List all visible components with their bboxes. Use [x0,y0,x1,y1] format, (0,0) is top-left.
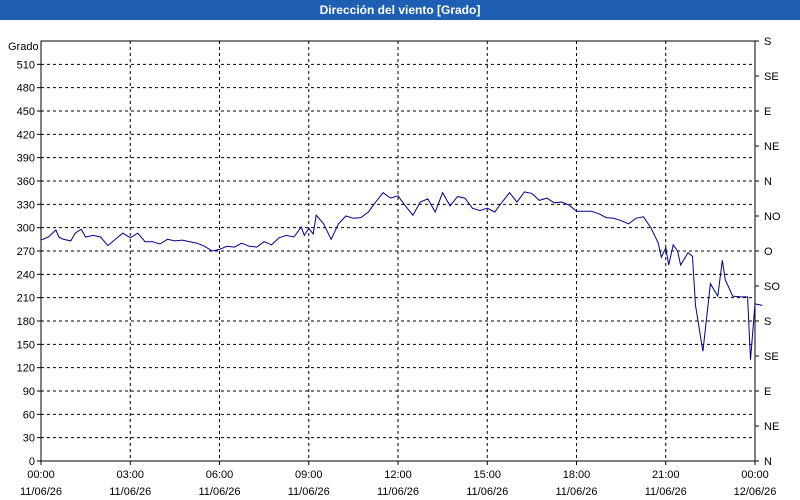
x-tick-time: 00:00 [27,469,55,481]
y-axis-label: Grado [8,41,39,53]
x-tick-date: 11/06/26 [20,486,62,498]
y-tick-label: 330 [17,199,35,211]
y-tick-label: 510 [17,59,35,71]
y-tick-label: 90 [23,386,35,398]
x-tick-date: 11/06/26 [645,486,687,498]
x-tick-date: 11/06/26 [466,486,508,498]
y-tick-label: 120 [17,363,35,375]
y-tick-label: 0 [29,456,35,468]
y-tick-label: 30 [23,433,35,445]
y-tick-label: 450 [17,106,35,118]
right-tick-label: S [764,36,771,48]
x-tick-time: 00:00 [741,469,769,481]
x-tick-date: 12/06/26 [734,486,777,498]
right-tick-label: S [764,316,771,328]
y-tick-label: 60 [23,409,35,421]
right-tick-label: E [764,106,771,118]
x-tick-time: 06:00 [206,469,234,481]
x-tick-date: 11/06/26 [555,486,597,498]
y-tick-label: 150 [17,339,35,351]
line-chart: 0 30 60 90 120 150 180 210 240 270 300 330 360 390 420… [8,36,781,498]
right-tick-label: NO [764,211,781,223]
x-tick-time: 15:00 [473,469,501,481]
right-tick-label: SE [764,351,779,363]
x-tick-time: 03:00 [116,469,144,481]
x-tick-date: 11/06/26 [109,486,151,498]
right-tick-label: NE [764,141,779,153]
x-tick-date: 11/06/26 [198,486,240,498]
right-tick-label: SO [764,281,780,293]
right-tick-label: N [764,456,772,468]
chart-title: Dirección del viento [Grado] [0,0,800,20]
right-tick-label: N [764,176,772,188]
y-tick-label: 480 [17,83,35,95]
right-tick-label: NE [764,421,779,433]
y-tick-label: 180 [17,316,35,328]
x-tick-time: 09:00 [295,469,323,481]
y-tick-label: 390 [17,153,35,165]
y-tick-label: 270 [17,246,35,258]
y-tick-label: 300 [17,223,35,235]
y-tick-label: 210 [17,293,35,305]
y-tick-label: 240 [17,269,35,281]
x-tick-time: 18:00 [563,469,591,481]
y-tick-label: 420 [17,129,35,141]
right-tick-label: O [764,246,773,258]
x-tick-time: 12:00 [384,469,412,481]
x-tick-date: 11/06/26 [288,486,330,498]
y-tick-label: 360 [17,176,35,188]
x-tick-time: 21:00 [652,469,680,481]
right-tick-label: E [764,386,771,398]
right-tick-label: SE [764,71,779,83]
x-tick-date: 11/06/26 [377,486,419,498]
